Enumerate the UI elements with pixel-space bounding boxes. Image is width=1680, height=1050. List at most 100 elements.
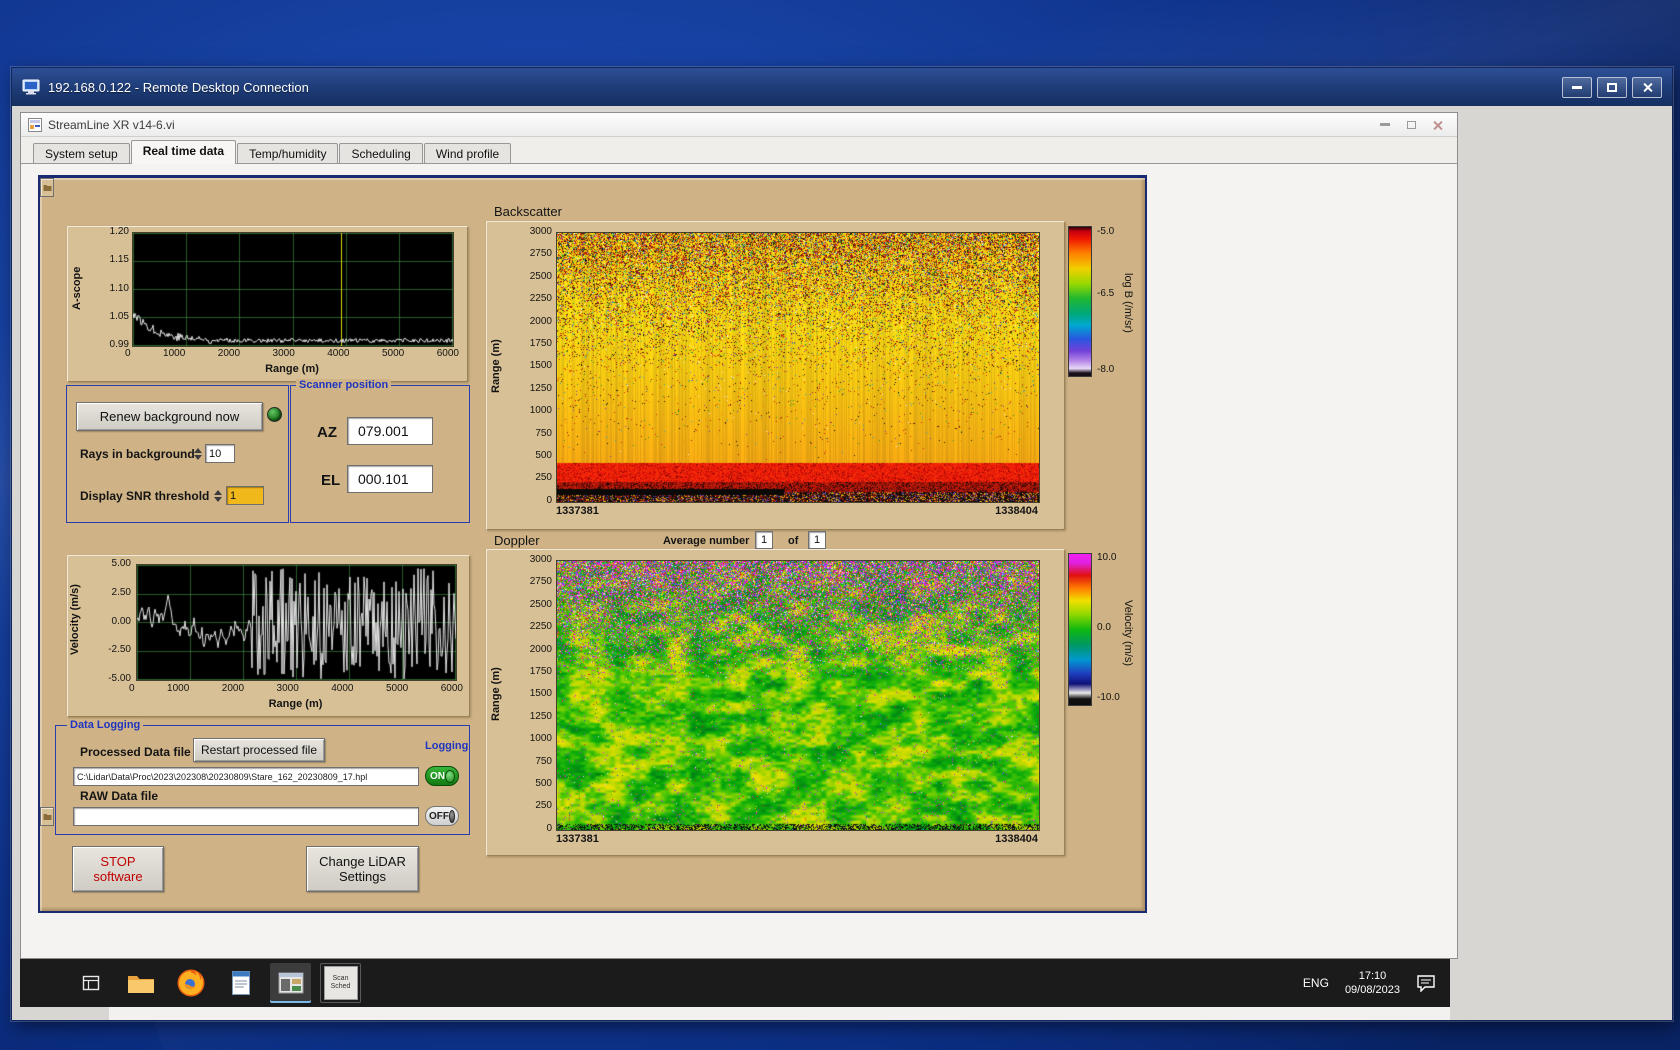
tick-label: 0 <box>125 348 131 359</box>
snr-value-field[interactable]: 1 <box>226 486 264 505</box>
close-button[interactable] <box>1632 76 1662 98</box>
tab-real-time-data[interactable]: Real time data <box>130 140 237 164</box>
tick-label: 500 <box>535 450 552 462</box>
restart-processed-file-button[interactable]: Restart processed file <box>193 738 325 762</box>
snr-spinner[interactable] <box>212 486 224 505</box>
action-center-icon[interactable] <box>1416 974 1436 992</box>
colorbar-tick: -10.0 <box>1097 692 1120 703</box>
processed-logging-toggle[interactable]: ON <box>425 766 459 786</box>
start-button[interactable] <box>70 963 111 1003</box>
decrement-icon[interactable] <box>214 496 222 502</box>
backscatter-y-axis-title: Range (m) <box>490 339 502 393</box>
average-number-label: Average number <box>663 535 750 547</box>
app-client-area: A-scope 1.20 1.15 1.10 1.05 0.99 0 1000 2000 30… <box>21 165 1457 958</box>
renew-background-button[interactable]: Renew background now <box>76 402 263 431</box>
document-icon <box>231 971 250 995</box>
tab-system-setup[interactable]: System setup <box>33 143 130 163</box>
velocity-plot <box>136 564 457 681</box>
tick-label: 1.20 <box>109 226 129 237</box>
raw-path-field[interactable] <box>73 807 419 826</box>
tick-label: 5.00 <box>111 558 131 569</box>
rdp-titlebar[interactable]: 192.168.0.122 - Remote Desktop Connectio… <box>12 68 1672 106</box>
of-label: of <box>788 535 799 547</box>
processed-path-browse[interactable] <box>40 178 54 197</box>
notepad-button[interactable] <box>220 963 261 1003</box>
firefox-button[interactable] <box>170 963 211 1003</box>
stop-line2: software <box>93 869 143 884</box>
tick-label: 750 <box>535 755 552 767</box>
scan-scheduler-button[interactable]: Scan Sched <box>320 963 361 1003</box>
velocity-y-ticks: 5.00 2.50 0.00 -2.50 -5.00 <box>83 559 131 684</box>
taskbar-clock[interactable]: 17:10 09/08/2023 <box>1345 969 1400 997</box>
start-icon <box>82 975 99 991</box>
settings-line1: Change LiDAR <box>319 854 406 869</box>
velocity-y-axis-title: Velocity (m/s) <box>69 584 81 656</box>
scan-scheduler-icon: Scan Sched <box>323 966 358 1000</box>
tab-scheduling[interactable]: Scheduling <box>339 143 423 163</box>
background-status-led <box>267 407 282 422</box>
backscatter-y-ticks: 3000 2750 2500 2250 2000 1750 1500 1250 1000 750 5… <box>508 227 552 506</box>
tick-label: 2250 <box>529 293 552 305</box>
el-value-field[interactable]: 000.101 <box>347 465 433 493</box>
streamline-app-button[interactable] <box>270 963 311 1003</box>
average-total-field[interactable]: 1 <box>808 531 826 549</box>
scan-label-line2: Sched <box>330 983 351 990</box>
folder-icon <box>127 975 154 993</box>
change-lidar-settings-button[interactable]: Change LiDAR Settings <box>306 846 419 892</box>
tick-label: 1250 <box>529 382 552 394</box>
decrement-icon[interactable] <box>194 454 202 460</box>
maximize-button[interactable] <box>1597 76 1627 98</box>
el-label: EL <box>321 472 341 489</box>
app-window-title: StreamLine XR v14-6.vi <box>48 117 175 132</box>
folder-icon <box>43 184 51 191</box>
tick-label: 500 <box>535 778 552 790</box>
az-value-field[interactable]: 079.001 <box>347 417 433 445</box>
app-minimize-button[interactable] <box>1372 116 1398 134</box>
tick-label: 1000 <box>167 683 190 694</box>
a-scope-plot[interactable] <box>132 232 454 347</box>
processed-path-field[interactable]: C:\Lidar\Data\Proc\2023\202308\20230809\… <box>73 767 419 786</box>
raw-data-file-label: RAW Data file <box>80 789 159 803</box>
tick-label: 0 <box>546 822 552 834</box>
logging-label: Logging <box>425 740 469 752</box>
tick-label: 2000 <box>529 315 552 327</box>
tick-label: -2.50 <box>108 644 131 656</box>
file-explorer-button[interactable] <box>120 963 161 1003</box>
restart-processed-file-label: Restart processed file <box>200 742 318 757</box>
tab-temp-humidity[interactable]: Temp/humidity <box>237 143 339 163</box>
minimize-button[interactable] <box>1562 76 1592 98</box>
average-number-field[interactable]: 1 <box>755 531 773 549</box>
tick-label: 1500 <box>529 688 552 700</box>
tick-label: 3000 <box>529 554 552 565</box>
tick-label: 3000 <box>276 683 299 694</box>
a-scope-graph-frame: A-scope 1.20 1.15 1.10 1.05 0.99 0 1000 2000 30… <box>67 226 468 382</box>
clock-date: 09/08/2023 <box>1344 984 1400 996</box>
data-logging-title: Data Logging <box>67 719 144 731</box>
tab-wind-profile[interactable]: Wind profile <box>423 143 512 163</box>
app-close-button[interactable] <box>1424 116 1450 134</box>
tick-label: 2000 <box>529 643 552 655</box>
doppler-heatmap <box>556 560 1040 831</box>
app-titlebar[interactable]: StreamLine XR v14-6.vi <box>21 113 1457 137</box>
app-maximize-button[interactable] <box>1398 116 1424 134</box>
rays-value-field[interactable]: 10 <box>205 444 235 463</box>
increment-icon[interactable] <box>214 489 222 495</box>
colorbar-tick: 0.0 <box>1097 622 1111 633</box>
tick-label: 2000 <box>221 683 245 694</box>
a-scope-x-ticks: 0 1000 2000 3000 4000 5000 6000 <box>125 348 459 359</box>
raw-path-browse[interactable] <box>40 807 54 826</box>
increment-icon[interactable] <box>194 447 202 453</box>
az-label: AZ <box>317 424 337 441</box>
tick-label: 5000 <box>381 348 405 359</box>
scanner-position-title: Scanner position <box>296 379 392 391</box>
snr-threshold-label: Display SNR threshold <box>80 489 210 503</box>
colorbar-tick: -6.5 <box>1097 288 1115 299</box>
language-indicator[interactable]: ENG <box>1303 976 1329 990</box>
rays-spinner[interactable] <box>192 444 204 463</box>
doppler-x-ticks: 1337381 1338404 <box>556 833 1038 845</box>
stop-software-button[interactable]: STOP software <box>72 846 164 892</box>
tick-label: 1.15 <box>109 254 129 266</box>
tick-label: 1000 <box>529 405 552 417</box>
raw-logging-toggle[interactable]: OFF <box>425 806 459 826</box>
toggle-off-label: OFF <box>429 810 449 822</box>
